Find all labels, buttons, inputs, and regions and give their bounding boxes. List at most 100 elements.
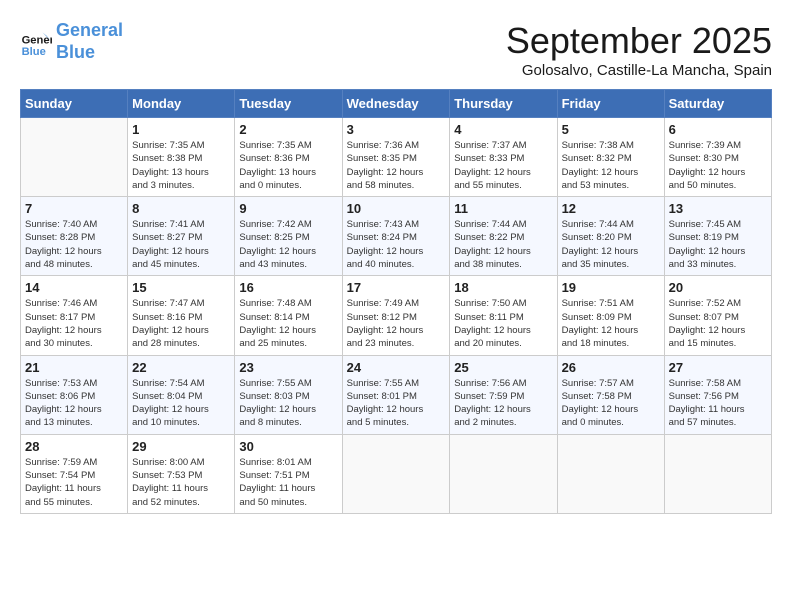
day-number: 20	[669, 280, 767, 295]
week-row-4: 21Sunrise: 7:53 AM Sunset: 8:06 PM Dayli…	[21, 355, 772, 434]
day-number: 2	[239, 122, 337, 137]
calendar-cell: 2 Sunrise: 7:35 AM Sunset: 8:36 PM Daylig…	[235, 118, 342, 197]
week-row-1: 1Sunrise: 7:35 AM Sunset: 8:38 PM Daylig…	[21, 118, 772, 197]
logo: General Blue General Blue	[20, 20, 123, 63]
day-number: 23	[239, 360, 337, 375]
calendar-cell: 19Sunrise: 7:51 AM Sunset: 8:09 PM Dayli…	[557, 276, 664, 355]
day-number: 30	[239, 439, 337, 454]
calendar-cell: 28 Sunrise: 7:59 AM Sunset: 7:54 PM Dayli…	[21, 434, 128, 513]
day-info: Sunrise: 7:44 AM Sunset: 8:20 PM Dayligh…	[562, 218, 660, 271]
calendar-cell: 27 Sunrise: 7:58 AM Sunset: 7:56 PM Dayli…	[664, 355, 771, 434]
calendar-cell: 22 Sunrise: 7:54 AM Sunset: 8:04 PM Dayli…	[128, 355, 235, 434]
calendar-cell: 5 Sunrise: 7:38 AM Sunset: 8:32 PM Daylig…	[557, 118, 664, 197]
calendar-cell: 18 Sunrise: 7:50 AM Sunset: 8:11 PM Dayli…	[450, 276, 557, 355]
day-number: 18	[454, 280, 552, 295]
logo-text-line2: Blue	[56, 42, 123, 64]
day-number: 21	[25, 360, 123, 375]
calendar-cell: 6Sunrise: 7:39 AM Sunset: 8:30 PM Daylig…	[664, 118, 771, 197]
day-number: 12	[562, 201, 660, 216]
day-number: 14	[25, 280, 123, 295]
calendar-cell	[664, 434, 771, 513]
weekday-header-tuesday: Tuesday	[235, 90, 342, 118]
day-number: 10	[347, 201, 446, 216]
weekday-header-thursday: Thursday	[450, 90, 557, 118]
day-info: Sunrise: 7:36 AM Sunset: 8:35 PM Dayligh…	[347, 139, 446, 192]
day-info: Sunrise: 7:50 AM Sunset: 8:11 PM Dayligh…	[454, 297, 552, 350]
week-row-2: 7 Sunrise: 7:40 AM Sunset: 8:28 PM Daylig…	[21, 197, 772, 276]
day-number: 7	[25, 201, 123, 216]
day-number: 29	[132, 439, 230, 454]
day-info: Sunrise: 7:41 AM Sunset: 8:27 PM Dayligh…	[132, 218, 230, 271]
day-info: Sunrise: 7:54 AM Sunset: 8:04 PM Dayligh…	[132, 377, 230, 430]
day-info: Sunrise: 7:49 AM Sunset: 8:12 PM Dayligh…	[347, 297, 446, 350]
month-title: September 2025	[506, 20, 772, 62]
calendar-cell: 4 Sunrise: 7:37 AM Sunset: 8:33 PM Daylig…	[450, 118, 557, 197]
day-number: 4	[454, 122, 552, 137]
calendar-table: SundayMondayTuesdayWednesdayThursdayFrid…	[20, 89, 772, 514]
day-info: Sunrise: 7:45 AM Sunset: 8:19 PM Dayligh…	[669, 218, 767, 271]
weekday-header-monday: Monday	[128, 90, 235, 118]
calendar-cell: 17 Sunrise: 7:49 AM Sunset: 8:12 PM Dayli…	[342, 276, 450, 355]
page-header: General Blue General Blue September 2025…	[20, 20, 772, 79]
day-info: Sunrise: 7:46 AM Sunset: 8:17 PM Dayligh…	[25, 297, 123, 350]
day-number: 9	[239, 201, 337, 216]
day-number: 19	[562, 280, 660, 295]
calendar-cell: 23Sunrise: 7:55 AM Sunset: 8:03 PM Dayli…	[235, 355, 342, 434]
day-number: 28	[25, 439, 123, 454]
calendar-cell: 13 Sunrise: 7:45 AM Sunset: 8:19 PM Dayli…	[664, 197, 771, 276]
calendar-cell: 20 Sunrise: 7:52 AM Sunset: 8:07 PM Dayli…	[664, 276, 771, 355]
day-number: 17	[347, 280, 446, 295]
calendar-cell	[21, 118, 128, 197]
logo-icon: General Blue	[20, 26, 52, 58]
svg-text:Blue: Blue	[22, 45, 46, 57]
day-info: Sunrise: 7:57 AM Sunset: 7:58 PM Dayligh…	[562, 377, 660, 430]
day-number: 22	[132, 360, 230, 375]
day-number: 1	[132, 122, 230, 137]
calendar-cell: 14 Sunrise: 7:46 AM Sunset: 8:17 PM Dayli…	[21, 276, 128, 355]
day-number: 27	[669, 360, 767, 375]
day-info: Sunrise: 7:48 AM Sunset: 8:14 PM Dayligh…	[239, 297, 337, 350]
calendar-cell: 21Sunrise: 7:53 AM Sunset: 8:06 PM Dayli…	[21, 355, 128, 434]
day-info: Sunrise: 7:52 AM Sunset: 8:07 PM Dayligh…	[669, 297, 767, 350]
calendar-cell: 10Sunrise: 7:43 AM Sunset: 8:24 PM Dayli…	[342, 197, 450, 276]
day-info: Sunrise: 7:38 AM Sunset: 8:32 PM Dayligh…	[562, 139, 660, 192]
day-info: Sunrise: 7:55 AM Sunset: 8:01 PM Dayligh…	[347, 377, 446, 430]
week-row-5: 28 Sunrise: 7:59 AM Sunset: 7:54 PM Dayli…	[21, 434, 772, 513]
day-info: Sunrise: 7:58 AM Sunset: 7:56 PM Dayligh…	[669, 377, 767, 430]
weekday-header-sunday: Sunday	[21, 90, 128, 118]
day-number: 15	[132, 280, 230, 295]
day-number: 26	[562, 360, 660, 375]
calendar-cell: 24 Sunrise: 7:55 AM Sunset: 8:01 PM Dayli…	[342, 355, 450, 434]
day-info: Sunrise: 7:59 AM Sunset: 7:54 PM Dayligh…	[25, 456, 123, 509]
calendar-cell	[342, 434, 450, 513]
week-row-3: 14 Sunrise: 7:46 AM Sunset: 8:17 PM Dayli…	[21, 276, 772, 355]
day-number: 3	[347, 122, 446, 137]
day-info: Sunrise: 8:00 AM Sunset: 7:53 PM Dayligh…	[132, 456, 230, 509]
day-number: 16	[239, 280, 337, 295]
day-number: 24	[347, 360, 446, 375]
calendar-cell: 1Sunrise: 7:35 AM Sunset: 8:38 PM Daylig…	[128, 118, 235, 197]
calendar-cell: 26 Sunrise: 7:57 AM Sunset: 7:58 PM Dayli…	[557, 355, 664, 434]
day-info: Sunrise: 7:39 AM Sunset: 8:30 PM Dayligh…	[669, 139, 767, 192]
day-info: Sunrise: 8:01 AM Sunset: 7:51 PM Dayligh…	[239, 456, 337, 509]
day-info: Sunrise: 7:35 AM Sunset: 8:36 PM Dayligh…	[239, 139, 337, 192]
calendar-cell: 30 Sunrise: 8:01 AM Sunset: 7:51 PM Dayli…	[235, 434, 342, 513]
calendar-cell: 8Sunrise: 7:41 AM Sunset: 8:27 PM Daylig…	[128, 197, 235, 276]
calendar-cell: 7 Sunrise: 7:40 AM Sunset: 8:28 PM Daylig…	[21, 197, 128, 276]
day-number: 13	[669, 201, 767, 216]
calendar-cell: 3 Sunrise: 7:36 AM Sunset: 8:35 PM Daylig…	[342, 118, 450, 197]
weekday-header-friday: Friday	[557, 90, 664, 118]
day-info: Sunrise: 7:40 AM Sunset: 8:28 PM Dayligh…	[25, 218, 123, 271]
day-info: Sunrise: 7:47 AM Sunset: 8:16 PM Dayligh…	[132, 297, 230, 350]
location: Golosalvo, Castille-La Mancha, Spain	[506, 62, 772, 79]
day-info: Sunrise: 7:56 AM Sunset: 7:59 PM Dayligh…	[454, 377, 552, 430]
calendar-cell: 11Sunrise: 7:44 AM Sunset: 8:22 PM Dayli…	[450, 197, 557, 276]
logo-text-line1: General	[56, 20, 123, 42]
calendar-cell: 25 Sunrise: 7:56 AM Sunset: 7:59 PM Dayli…	[450, 355, 557, 434]
weekday-header-wednesday: Wednesday	[342, 90, 450, 118]
day-number: 5	[562, 122, 660, 137]
day-info: Sunrise: 7:37 AM Sunset: 8:33 PM Dayligh…	[454, 139, 552, 192]
calendar-cell: 9Sunrise: 7:42 AM Sunset: 8:25 PM Daylig…	[235, 197, 342, 276]
calendar-cell: 16 Sunrise: 7:48 AM Sunset: 8:14 PM Dayli…	[235, 276, 342, 355]
day-number: 25	[454, 360, 552, 375]
